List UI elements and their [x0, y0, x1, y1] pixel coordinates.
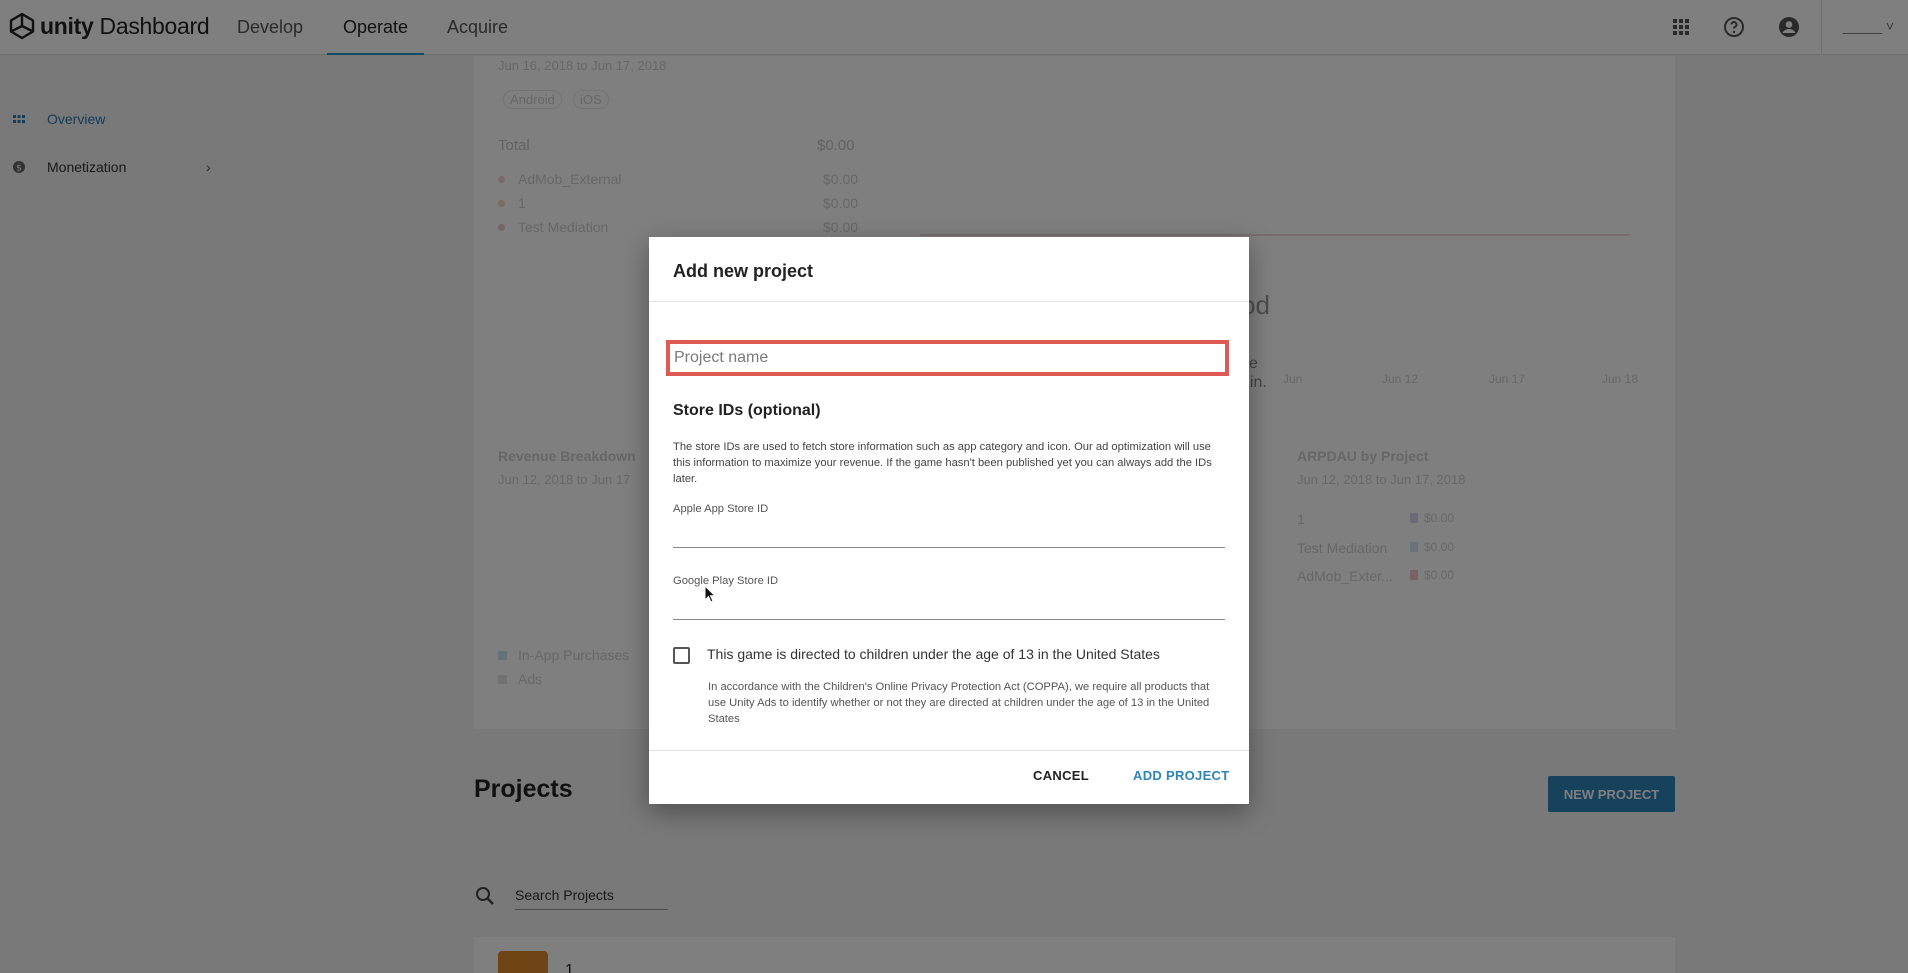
- cancel-button[interactable]: CANCEL: [1033, 768, 1089, 783]
- google-store-id-label: Google Play Store ID: [673, 575, 779, 587]
- store-ids-description: The store IDs are used to fetch store in…: [673, 441, 1212, 485]
- children-checkbox[interactable]: [673, 647, 690, 664]
- children-checkbox-label[interactable]: This game is directed to children under …: [707, 646, 1160, 662]
- project-name-input[interactable]: [666, 340, 1229, 376]
- store-ids-heading: Store IDs (optional): [673, 402, 821, 419]
- apple-store-id-input[interactable]: [673, 524, 1225, 548]
- apple-store-id-label: Apple App Store ID: [673, 503, 769, 515]
- mouse-cursor-icon: [704, 585, 717, 603]
- divider: [649, 301, 1249, 302]
- google-store-id-input[interactable]: [673, 596, 1225, 620]
- add-project-dialog: Add new project Store IDs (optional) The…: [649, 237, 1249, 804]
- add-project-button[interactable]: ADD PROJECT: [1133, 768, 1229, 783]
- coppa-notice: In accordance with the Children's Online…: [708, 681, 1210, 725]
- dialog-title: Add new project: [673, 261, 814, 281]
- divider: [649, 750, 1249, 751]
